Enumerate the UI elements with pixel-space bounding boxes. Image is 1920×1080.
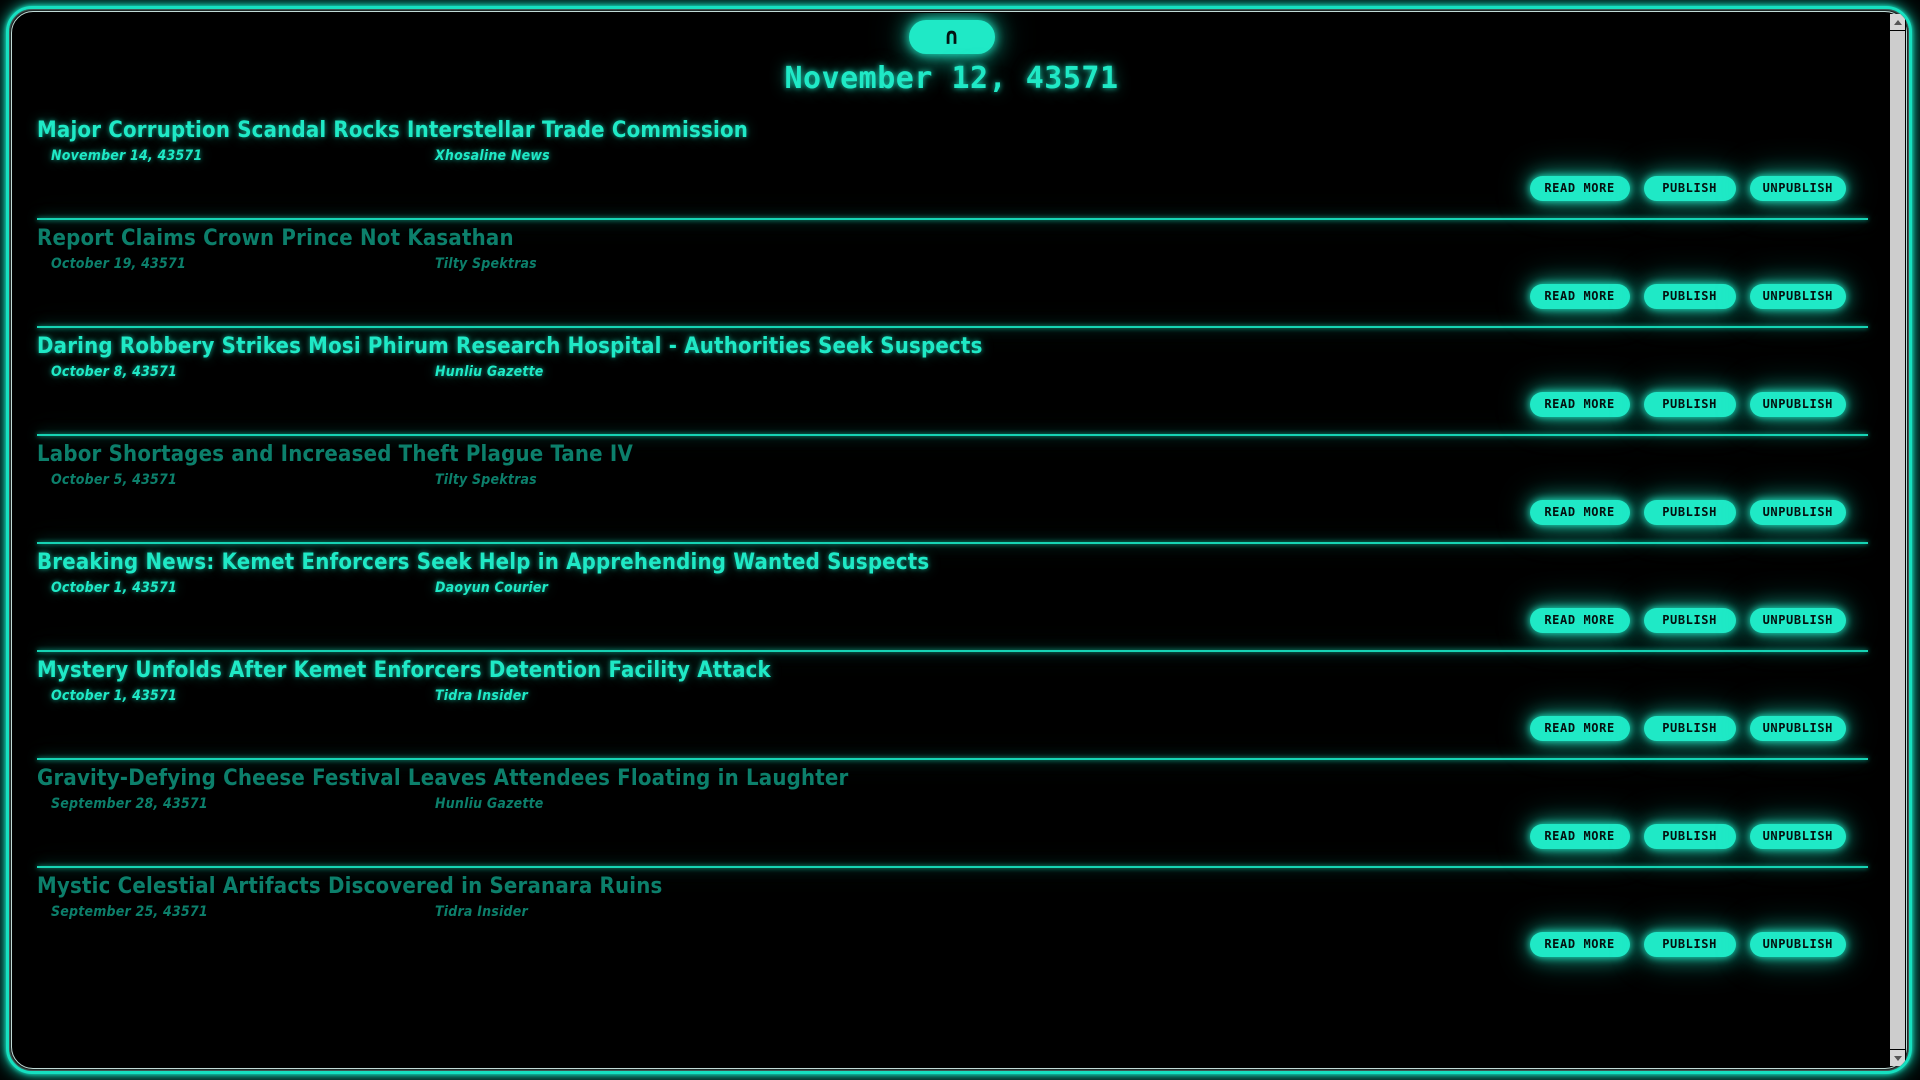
read-more-button[interactable]: READ MORE bbox=[1529, 176, 1630, 201]
read-more-button[interactable]: READ MORE bbox=[1529, 608, 1630, 633]
news-row: Labor Shortages and Increased Theft Plag… bbox=[13, 440, 1890, 538]
unpublish-button[interactable]: UNPUBLISH bbox=[1749, 608, 1846, 633]
news-title: Mystic Celestial Artifacts Discovered in… bbox=[37, 874, 663, 899]
news-date: September 28, 43571 bbox=[51, 796, 208, 812]
unpublish-button[interactable]: UNPUBLISH bbox=[1749, 824, 1846, 849]
news-date: October 5, 43571 bbox=[51, 472, 177, 488]
news-row: Breaking News: Kemet Enforcers Seek Help… bbox=[13, 548, 1890, 646]
unpublish-button[interactable]: UNPUBLISH bbox=[1749, 932, 1846, 957]
news-date: October 1, 43571 bbox=[51, 688, 177, 704]
app-screen: ∩ November 12, 43571 Major Corruption Sc… bbox=[0, 0, 1920, 1080]
news-row: Gravity-Defying Cheese Festival Leaves A… bbox=[13, 764, 1890, 862]
read-more-button[interactable]: READ MORE bbox=[1529, 932, 1630, 957]
scrollbar-thumb[interactable] bbox=[1890, 31, 1905, 1049]
news-row: Daring Robbery Strikes Mosi Phirum Resea… bbox=[13, 332, 1890, 430]
publish-button[interactable]: PUBLISH bbox=[1643, 500, 1736, 525]
news-meta: October 5, 43571 Tilty Spektras bbox=[37, 472, 1868, 494]
news-actions: READ MORE PUBLISH UNPUBLISH bbox=[1529, 284, 1846, 309]
read-more-button[interactable]: READ MORE bbox=[1529, 824, 1630, 849]
news-actions: READ MORE PUBLISH UNPUBLISH bbox=[1529, 608, 1846, 633]
logo-badge-icon: ∩ bbox=[908, 20, 995, 54]
unpublish-button[interactable]: UNPUBLISH bbox=[1749, 284, 1846, 309]
news-title: Mystery Unfolds After Kemet Enforcers De… bbox=[37, 658, 771, 683]
publish-button[interactable]: PUBLISH bbox=[1643, 392, 1736, 417]
unpublish-button[interactable]: UNPUBLISH bbox=[1749, 500, 1846, 525]
news-meta: September 25, 43571 Tidra Insider bbox=[37, 904, 1868, 926]
scroll-up-arrow-icon bbox=[1893, 20, 1902, 25]
news-source: Hunliu Gazette bbox=[435, 796, 544, 812]
publish-button[interactable]: PUBLISH bbox=[1643, 608, 1736, 633]
news-source: Tidra Insider bbox=[435, 904, 528, 920]
scroll-up-button[interactable] bbox=[1890, 14, 1905, 30]
news-meta: October 1, 43571 Tidra Insider bbox=[37, 688, 1868, 710]
read-more-button[interactable]: READ MORE bbox=[1529, 500, 1630, 525]
news-actions: READ MORE PUBLISH UNPUBLISH bbox=[1529, 392, 1846, 417]
vertical-scrollbar[interactable] bbox=[1889, 14, 1906, 1066]
news-list: Major Corruption Scandal Rocks Interstel… bbox=[13, 116, 1890, 970]
news-title: Daring Robbery Strikes Mosi Phirum Resea… bbox=[37, 334, 983, 359]
row-divider bbox=[37, 326, 1868, 328]
row-divider bbox=[37, 542, 1868, 544]
news-source: Daoyun Courier bbox=[435, 580, 549, 596]
news-source: Tilty Spektras bbox=[435, 256, 537, 272]
news-date: November 14, 43571 bbox=[51, 148, 203, 164]
row-divider bbox=[37, 650, 1868, 652]
terminal-frame: ∩ November 12, 43571 Major Corruption Sc… bbox=[6, 6, 1912, 1074]
unpublish-button[interactable]: UNPUBLISH bbox=[1749, 716, 1846, 741]
news-source: Xhosaline News bbox=[435, 148, 550, 164]
news-date: October 1, 43571 bbox=[51, 580, 177, 596]
news-date: October 19, 43571 bbox=[51, 256, 186, 272]
news-title: Report Claims Crown Prince Not Kasathan bbox=[37, 226, 514, 251]
row-divider bbox=[37, 758, 1868, 760]
publish-button[interactable]: PUBLISH bbox=[1643, 824, 1736, 849]
news-meta: October 19, 43571 Tilty Spektras bbox=[37, 256, 1868, 278]
scroll-down-arrow-icon bbox=[1893, 1056, 1902, 1061]
news-actions: READ MORE PUBLISH UNPUBLISH bbox=[1529, 716, 1846, 741]
row-divider bbox=[37, 218, 1868, 220]
news-title: Gravity-Defying Cheese Festival Leaves A… bbox=[37, 766, 849, 791]
news-row: Major Corruption Scandal Rocks Interstel… bbox=[13, 116, 1890, 214]
row-divider bbox=[37, 866, 1868, 868]
publish-button[interactable]: PUBLISH bbox=[1643, 716, 1736, 741]
news-title: Breaking News: Kemet Enforcers Seek Help… bbox=[37, 550, 930, 575]
news-actions: READ MORE PUBLISH UNPUBLISH bbox=[1529, 824, 1846, 849]
publish-button[interactable]: PUBLISH bbox=[1643, 176, 1736, 201]
publish-button[interactable]: PUBLISH bbox=[1643, 284, 1736, 309]
news-title: Labor Shortages and Increased Theft Plag… bbox=[37, 442, 633, 467]
news-date: September 25, 43571 bbox=[51, 904, 208, 920]
news-source: Tilty Spektras bbox=[435, 472, 537, 488]
news-row: Mystery Unfolds After Kemet Enforcers De… bbox=[13, 656, 1890, 754]
news-date: October 8, 43571 bbox=[51, 364, 177, 380]
news-row: Report Claims Crown Prince Not Kasathan O… bbox=[13, 224, 1890, 322]
row-divider bbox=[37, 434, 1868, 436]
news-actions: READ MORE PUBLISH UNPUBLISH bbox=[1529, 932, 1846, 957]
scroll-down-button[interactable] bbox=[1890, 1050, 1905, 1066]
publish-button[interactable]: PUBLISH bbox=[1643, 932, 1736, 957]
news-source: Tidra Insider bbox=[435, 688, 528, 704]
unpublish-button[interactable]: UNPUBLISH bbox=[1749, 392, 1846, 417]
news-meta: October 8, 43571 Hunliu Gazette bbox=[37, 364, 1868, 386]
news-source: Hunliu Gazette bbox=[435, 364, 544, 380]
news-meta: November 14, 43571 Xhosaline News bbox=[37, 148, 1868, 170]
news-actions: READ MORE PUBLISH UNPUBLISH bbox=[1529, 176, 1846, 201]
page-title: November 12, 43571 bbox=[784, 61, 1119, 96]
read-more-button[interactable]: READ MORE bbox=[1529, 716, 1630, 741]
news-title: Major Corruption Scandal Rocks Interstel… bbox=[37, 118, 749, 143]
read-more-button[interactable]: READ MORE bbox=[1529, 284, 1630, 309]
news-meta: September 28, 43571 Hunliu Gazette bbox=[37, 796, 1868, 818]
page-header: ∩ November 12, 43571 bbox=[13, 13, 1890, 96]
news-row: Mystic Celestial Artifacts Discovered in… bbox=[13, 872, 1890, 970]
news-actions: READ MORE PUBLISH UNPUBLISH bbox=[1529, 500, 1846, 525]
unpublish-button[interactable]: UNPUBLISH bbox=[1749, 176, 1846, 201]
news-meta: October 1, 43571 Daoyun Courier bbox=[37, 580, 1868, 602]
read-more-button[interactable]: READ MORE bbox=[1529, 392, 1630, 417]
scroll-area: ∩ November 12, 43571 Major Corruption Sc… bbox=[13, 13, 1890, 1067]
